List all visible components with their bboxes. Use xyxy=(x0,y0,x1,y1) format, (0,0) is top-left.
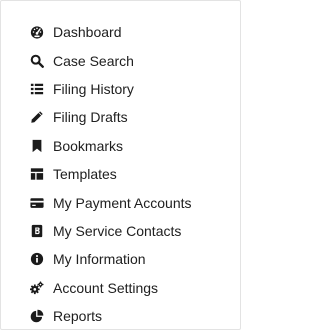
search-icon xyxy=(30,54,44,68)
menu-list: Dashboard Case Search Filing History Fil… xyxy=(1,18,240,330)
user-menu-dropdown: Dashboard Case Search Filing History Fil… xyxy=(0,0,241,330)
menu-item-filing-drafts[interactable]: Filing Drafts xyxy=(1,103,240,131)
credit-card-icon xyxy=(30,196,44,210)
menu-item-reports[interactable]: Reports xyxy=(1,302,240,330)
cogs-icon xyxy=(30,281,44,295)
menu-item-label: Filing Drafts xyxy=(53,109,128,126)
menu-item-account-settings[interactable]: Account Settings xyxy=(1,274,240,302)
menu-item-label: Case Search xyxy=(53,52,134,69)
dashboard-gauge-icon xyxy=(30,25,44,39)
menu-item-label: Filing History xyxy=(53,80,134,97)
menu-item-filing-history[interactable]: Filing History xyxy=(1,75,240,103)
menu-item-label: My Service Contacts xyxy=(53,222,182,239)
menu-item-templates[interactable]: Templates xyxy=(1,160,240,188)
menu-item-label: My Information xyxy=(53,251,146,268)
menu-item-my-service-contacts[interactable]: My Service Contacts xyxy=(1,217,240,245)
contact-card-icon xyxy=(30,224,44,238)
templates-icon xyxy=(30,167,44,181)
menu-item-label: Account Settings xyxy=(53,279,159,296)
bookmark-icon xyxy=(30,139,44,153)
menu-item-label: Templates xyxy=(53,166,117,183)
menu-item-dashboard[interactable]: Dashboard xyxy=(1,18,240,46)
menu-item-label: My Payment Accounts xyxy=(53,194,192,211)
menu-item-label: Dashboard xyxy=(53,24,122,41)
pencil-icon xyxy=(30,110,44,124)
menu-item-my-payment-accounts[interactable]: My Payment Accounts xyxy=(1,188,240,216)
menu-item-my-information[interactable]: My Information xyxy=(1,245,240,273)
info-circle-icon xyxy=(30,252,44,266)
list-icon xyxy=(30,82,44,96)
menu-item-label: Reports xyxy=(53,308,103,325)
menu-item-case-search[interactable]: Case Search xyxy=(1,46,240,74)
menu-item-bookmarks[interactable]: Bookmarks xyxy=(1,132,240,160)
pie-chart-icon xyxy=(30,309,44,323)
menu-item-label: Bookmarks xyxy=(53,137,124,154)
